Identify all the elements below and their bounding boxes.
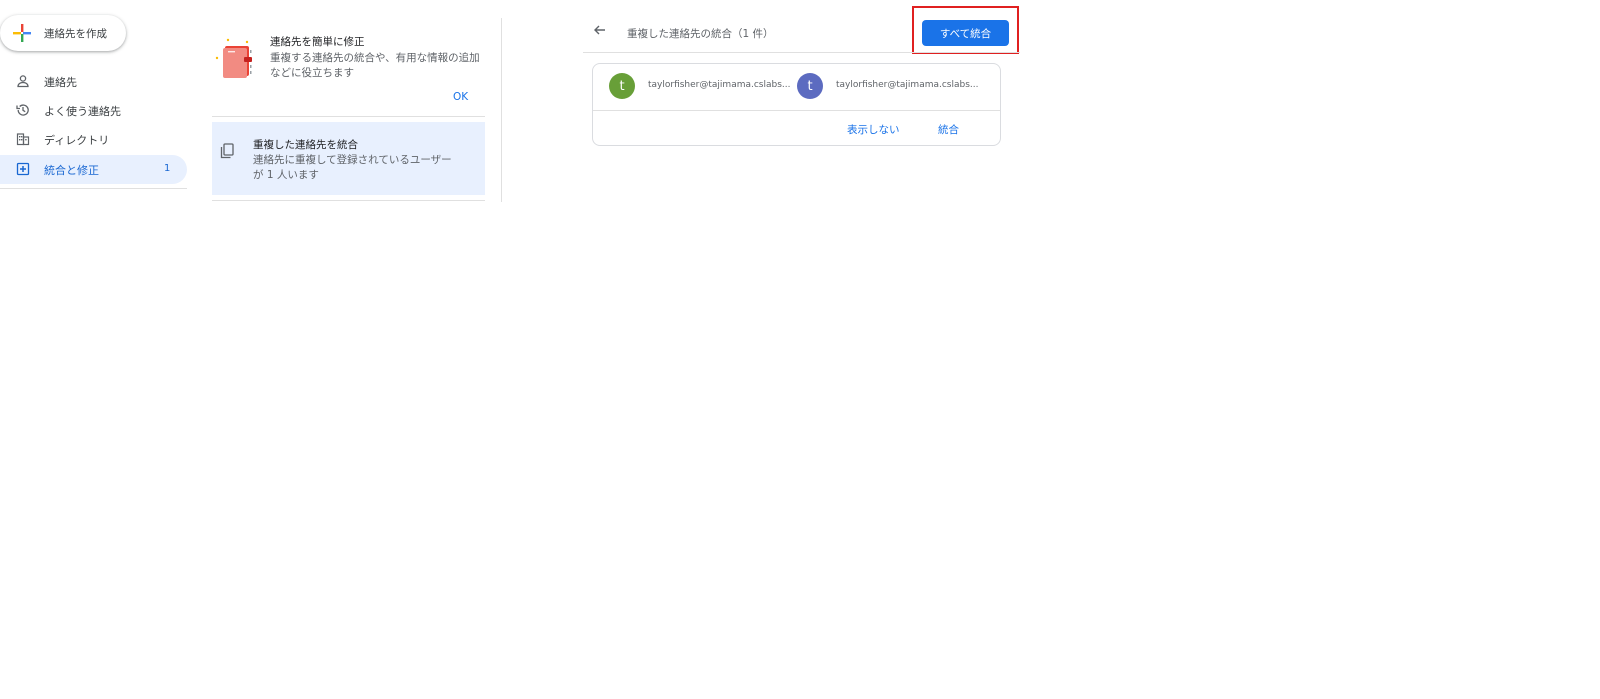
- merge-duplicates-card[interactable]: 重複した連絡先を統合 連絡先に重複して登録されているユーザーが 1 人います: [212, 122, 485, 195]
- tip-ok-button[interactable]: OK: [453, 91, 468, 103]
- plus-icon: [13, 24, 31, 42]
- panel-divider: [501, 18, 502, 202]
- sidebar-item-label: ディレクトリ: [44, 134, 110, 147]
- person-icon: [17, 75, 29, 88]
- sidebar-item-label: よく使う連絡先: [44, 105, 121, 118]
- tip-description: 重複する連絡先の統合や、有用な情報の追加などに役立ちます: [270, 52, 480, 79]
- tip-title: 連絡先を簡単に修正: [270, 36, 365, 48]
- sidebar-item-contacts[interactable]: 連絡先: [0, 67, 190, 96]
- history-icon: [16, 104, 29, 116]
- merge-fix-icon: [16, 162, 30, 176]
- sidebar-item-label: 統合と修正: [44, 164, 99, 177]
- contact-email: taylorfisher@tajimama.cslabs...: [836, 80, 979, 90]
- sidebar-item-label: 連絡先: [44, 76, 77, 89]
- sidebar-item-merge-fix[interactable]: 統合と修正 1: [0, 155, 187, 184]
- copy-icon: [220, 143, 234, 159]
- page-title: 重複した連絡先の統合（1 件）: [627, 28, 774, 40]
- duplicate-contact-card: t taylorfisher@tajimama.cslabs... t tayl…: [592, 63, 1001, 146]
- create-contact-button[interactable]: 連絡先を作成: [0, 15, 126, 51]
- avatar: t: [797, 73, 823, 99]
- domain-icon: [16, 133, 30, 146]
- sidebar-item-directory[interactable]: ディレクトリ: [0, 125, 190, 154]
- divider: [212, 200, 485, 201]
- merge-all-button[interactable]: すべて統合: [922, 20, 1009, 46]
- create-contact-label: 連絡先を作成: [44, 28, 107, 40]
- sidebar-item-count: 1: [164, 163, 171, 174]
- dismiss-button[interactable]: 表示しない: [847, 122, 900, 137]
- sidebar-item-frequent[interactable]: よく使う連絡先: [0, 96, 190, 125]
- divider: [593, 110, 1000, 111]
- notebook-illustration-icon: [215, 38, 252, 78]
- contact-email: taylorfisher@tajimama.cslabs...: [648, 80, 791, 90]
- merge-card-title: 重複した連絡先を統合: [253, 139, 358, 151]
- merge-button[interactable]: 統合: [938, 122, 959, 137]
- divider: [583, 52, 1020, 53]
- divider: [212, 116, 485, 117]
- merge-card-description: 連絡先に重複して登録されているユーザーが 1 人います: [253, 154, 452, 181]
- avatar: t: [609, 73, 635, 99]
- sidebar-divider: [0, 188, 187, 189]
- back-arrow-icon[interactable]: [590, 20, 610, 40]
